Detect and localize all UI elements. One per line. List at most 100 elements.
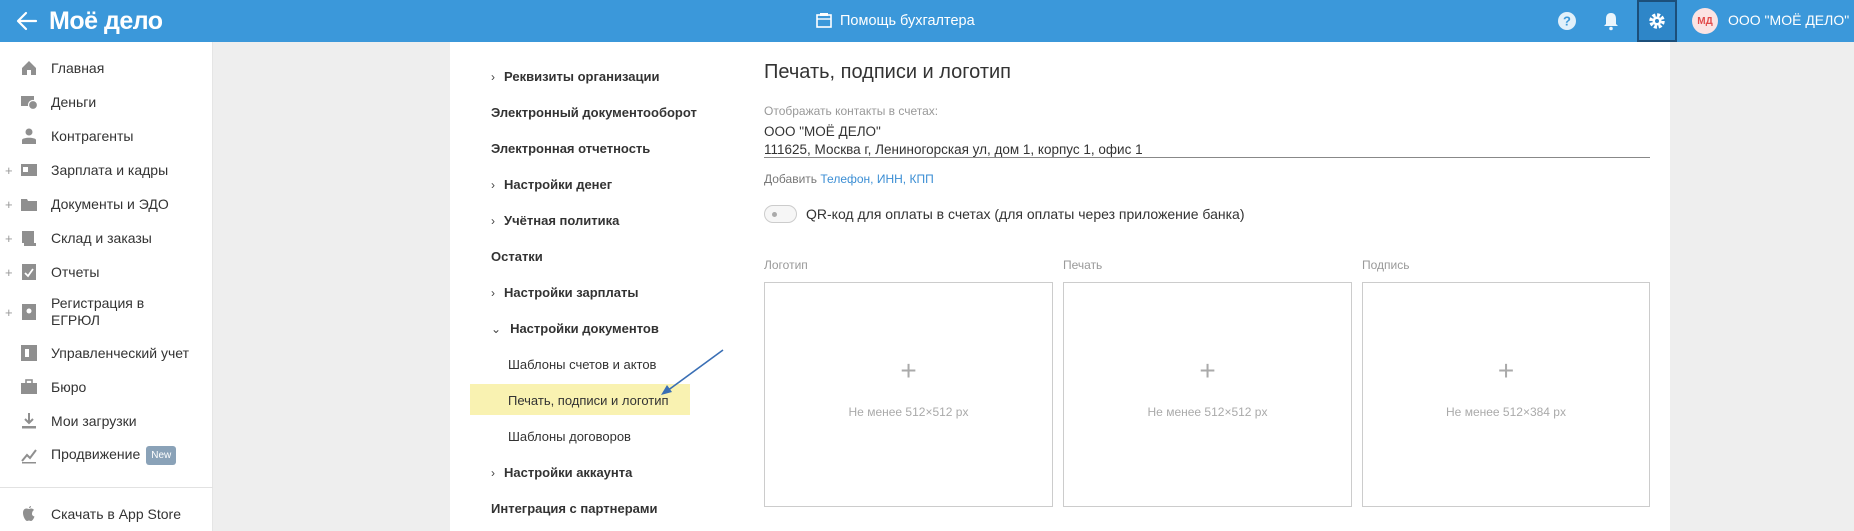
documents-icon — [21, 199, 37, 211]
help-center-label: Помощь бухгалтера — [840, 13, 975, 29]
gear-icon — [1649, 13, 1665, 29]
back-arrow-icon[interactable] — [14, 8, 40, 34]
organization-name[interactable]: ООО "МОЁ ДЕЛО" — [1728, 12, 1849, 28]
sidebar-item-promotion[interactable]: Продвижение New — [0, 441, 213, 469]
qr-code-toggle[interactable] — [764, 205, 797, 223]
sidebar-item-salary[interactable]: + Зарплата и кадры — [0, 156, 213, 184]
contacts-field-underline — [764, 157, 1650, 158]
sidebar-item-home[interactable]: Главная — [0, 54, 213, 82]
sidebar-item-label: Управленческий учет — [51, 344, 189, 361]
avatar[interactable]: МД — [1692, 8, 1718, 34]
management-icon — [21, 345, 37, 361]
settings-nav-partner-integration[interactable]: Интеграция с партнерами — [491, 501, 657, 516]
plus-icon: + — [900, 355, 917, 386]
expand-plus-icon[interactable]: + — [5, 197, 13, 212]
settings-nav-stamp-signatures-logo[interactable]: Печать, подписи и логотип — [508, 393, 669, 408]
sidebar-item-bureau[interactable]: Бюро — [0, 373, 213, 401]
settings-nav-label: Реквизиты организации — [504, 69, 660, 84]
appstore-label: Скачать в App Store — [51, 505, 181, 522]
sidebar-item-label: Документы и ЭДО — [51, 195, 169, 212]
warehouse-icon — [22, 231, 36, 246]
sidebar-item-label: Склад и заказы — [51, 229, 152, 246]
settings-nav-account[interactable]: › Настройки аккаунта — [491, 465, 632, 480]
settings-button[interactable] — [1637, 0, 1677, 42]
plus-icon: + — [1199, 355, 1216, 386]
sidebar-item-label-wrap: Продвижение New — [51, 445, 177, 465]
settings-nav-label: Учётная политика — [504, 213, 620, 228]
sidebar-item-label: Регистрация в ЕГРЮЛ — [51, 295, 145, 328]
settings-nav-edo[interactable]: Электронный документооборот — [491, 105, 697, 120]
upload-hint: Не менее 512×512 px — [848, 405, 969, 419]
sidebar-item-money[interactable]: Деньги — [0, 88, 213, 116]
sidebar-item-label: Зарплата и кадры — [51, 161, 169, 178]
help-question-icon[interactable]: ? — [1556, 10, 1578, 32]
settings-nav-e-reporting[interactable]: Электронная отчетность — [491, 141, 650, 156]
settings-nav-label: Остатки — [491, 249, 543, 264]
toggle-knob — [772, 212, 777, 217]
sidebar-item-warehouse[interactable]: + Склад и заказы — [0, 224, 213, 252]
sidebar-item-label: Главная — [51, 59, 105, 76]
download-icon — [22, 413, 36, 429]
money-icon — [21, 96, 38, 111]
contacts-line-org[interactable]: ООО "МОЁ ДЕЛО" — [764, 124, 881, 139]
chevron-down-icon: ⌄ — [491, 321, 502, 336]
settings-nav-label: Электронная отчетность — [491, 141, 651, 156]
settings-nav-label: Электронный документооборот — [491, 105, 697, 120]
chevron-right-icon: › — [491, 177, 495, 192]
notification-bell-icon[interactable] — [1600, 10, 1622, 32]
expand-plus-icon[interactable]: + — [5, 305, 13, 320]
settings-nav-label: Настройки зарплаты — [504, 285, 639, 300]
plus-icon: + — [1497, 355, 1515, 386]
page-title: Печать, подписи и логотип — [764, 61, 1011, 83]
apple-icon — [23, 506, 35, 521]
sidebar-item-documents[interactable]: + Документы и ЭДО — [0, 190, 213, 218]
chevron-right-icon: › — [491, 285, 495, 300]
briefcase-icon — [21, 379, 37, 394]
settings-nav-balances[interactable]: Остатки — [491, 249, 543, 264]
contacts-line-address[interactable]: 111625, Москва г, Лениногорская ул, дом … — [764, 142, 1143, 157]
expand-plus-icon[interactable]: + — [5, 231, 13, 246]
sidebar-item-registration[interactable]: + Регистрация в ЕГРЮЛ — [0, 291, 213, 333]
appstore-link[interactable]: Скачать в App Store — [0, 500, 213, 528]
sidebar-item-reports[interactable]: + Отчеты — [0, 258, 213, 286]
settings-nav-contract-templates[interactable]: Шаблоны договоров — [508, 429, 631, 444]
sidebar-item-label: Деньги — [51, 93, 97, 110]
expand-plus-icon[interactable]: + — [5, 163, 13, 178]
settings-nav-label: Печать, подписи и логотип — [508, 393, 669, 408]
logo-label: Логотип — [764, 258, 808, 272]
settings-nav-label: Шаблоны счетов и актов — [508, 357, 657, 372]
settings-nav-label: Шаблоны договоров — [508, 429, 631, 444]
help-center-link[interactable]: Помощь бухгалтера — [815, 10, 975, 32]
sidebar-item-management[interactable]: Управленческий учет — [0, 339, 213, 367]
add-contacts-link[interactable]: Телефон, ИНН, КПП — [820, 172, 933, 186]
salary-icon — [21, 164, 37, 176]
book-icon — [816, 13, 832, 28]
settings-nav-label: Настройки аккаунта — [504, 465, 633, 480]
settings-nav-money[interactable]: › Настройки денег — [491, 177, 612, 192]
sidebar-item-contractors[interactable]: Контрагенты — [0, 122, 213, 150]
logo-upload-box[interactable]: + Не менее 512×512 px — [764, 282, 1053, 507]
chevron-right-icon: › — [491, 213, 495, 228]
chevron-right-icon: › — [491, 465, 495, 480]
sidebar-item-label: Бюро — [51, 378, 87, 395]
sidebar-item-label: Продвижение — [51, 445, 141, 462]
signature-upload-box[interactable]: + Не менее 512×384 px — [1362, 282, 1650, 507]
settings-nav-documents[interactable]: ⌄ Настройки документов — [491, 321, 659, 336]
sidebar-item-label: Мои загрузки — [51, 412, 137, 429]
settings-nav-accounting-policy[interactable]: › Учётная политика — [491, 213, 619, 228]
reports-icon — [22, 264, 36, 280]
upload-hint: Не менее 512×384 px — [1446, 405, 1566, 419]
home-icon — [22, 61, 36, 75]
settings-nav-label: Настройки денег — [504, 177, 613, 192]
stamp-label: Печать — [1063, 258, 1103, 272]
settings-nav-salary[interactable]: › Настройки зарплаты — [491, 285, 638, 300]
stamp-upload-box[interactable]: + Не менее 512×512 px — [1063, 282, 1352, 507]
new-badge: New — [146, 445, 177, 465]
sidebar-item-downloads[interactable]: Мои загрузки — [0, 407, 213, 435]
app-logo[interactable]: Моё дело — [49, 7, 163, 36]
contractors-icon — [22, 128, 36, 144]
settings-nav-invoice-templates[interactable]: Шаблоны счетов и актов — [508, 357, 656, 372]
settings-nav-requisites[interactable]: › Реквизиты организации — [491, 69, 659, 84]
expand-plus-icon[interactable]: + — [5, 265, 13, 280]
sidebar-divider — [0, 487, 213, 488]
